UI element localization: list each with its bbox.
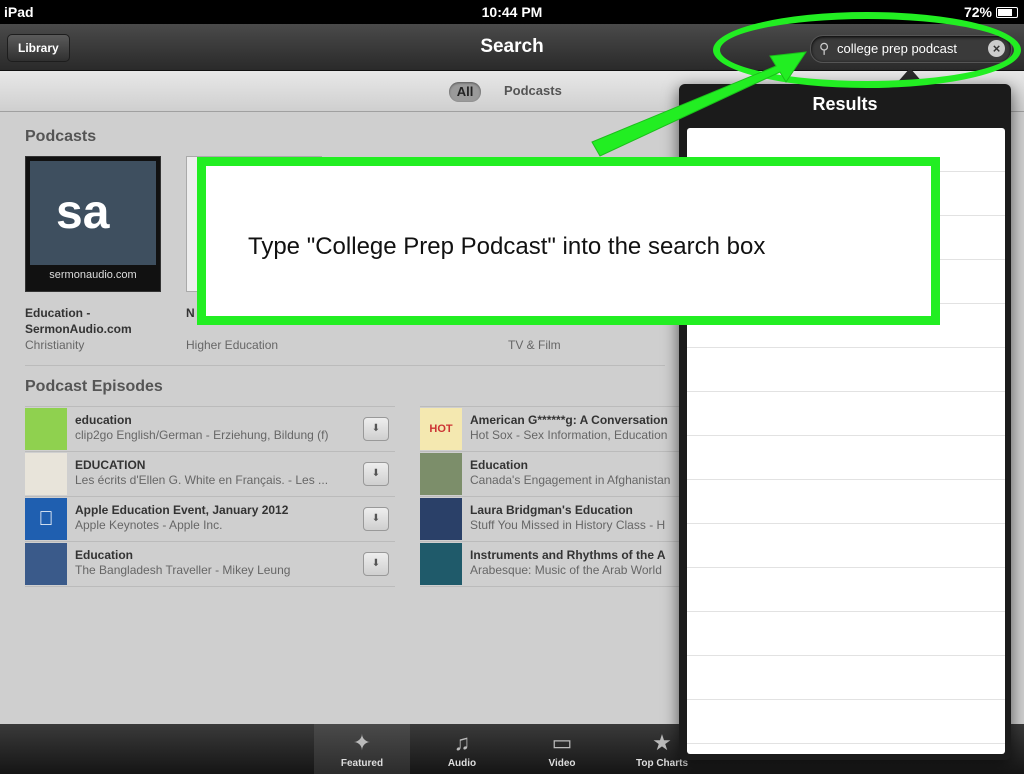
episode-artwork xyxy=(25,543,67,585)
episode-subtitle: Hot Sox - Sex Information, Education xyxy=(470,428,668,442)
episode-artwork xyxy=(420,453,462,495)
episode-subtitle: Apple Keynotes - Apple Inc. xyxy=(75,518,223,532)
episode-title: Instruments and Rhythms of the A xyxy=(470,548,666,562)
episode-title: Apple Education Event, January 2012 xyxy=(75,503,289,517)
episode-title: education xyxy=(75,413,132,427)
list-item[interactable]: education clip2go English/German - Erzie… xyxy=(25,407,395,452)
battery-icon xyxy=(996,6,1018,18)
list-item[interactable]: Instruments and Rhythms of the A Arabesq… xyxy=(420,542,680,587)
episode-artwork xyxy=(25,408,67,450)
sermonaudio-logo: sa xyxy=(56,186,110,239)
podcast-artwork[interactable]: sa sermonaudio.com xyxy=(25,156,161,292)
episodes-section-title: Podcast Episodes xyxy=(25,378,163,395)
tab-label: Audio xyxy=(447,758,477,769)
episode-artwork xyxy=(420,543,462,585)
podcast-title-line2: SermonAudio.com xyxy=(25,322,132,336)
tab-label: Featured xyxy=(340,758,384,769)
episode-title: Education xyxy=(75,548,134,562)
result-row[interactable] xyxy=(687,700,1005,744)
download-icon[interactable]: ⬇ xyxy=(363,462,389,486)
segment-podcasts[interactable]: Podcasts xyxy=(504,83,562,98)
episode-title: American G******g: A Conversation xyxy=(470,413,668,427)
download-icon[interactable]: ⬇ xyxy=(363,507,389,531)
artwork-caption: sermonaudio.com xyxy=(49,269,137,281)
podcast-title: Education - xyxy=(25,306,91,320)
result-row[interactable] xyxy=(687,656,1005,700)
list-item[interactable]:  Apple Education Event, January 2012 Ap… xyxy=(25,497,395,542)
tab-video[interactable]: ▭ Video xyxy=(514,724,610,774)
episode-artwork xyxy=(420,498,462,540)
result-row[interactable] xyxy=(687,524,1005,568)
episode-title: EDUCATION xyxy=(75,458,146,472)
list-item[interactable]: HOT SOX American G******g: A Conversatio… xyxy=(420,407,680,477)
popover-title: Results xyxy=(812,94,878,114)
annotation-callout: Type "College Prep Podcast" into the sea… xyxy=(197,157,940,325)
tab-featured[interactable]: ✦ Featured xyxy=(314,724,410,774)
podcast-title: N xyxy=(186,306,195,320)
segment-all[interactable]: All xyxy=(449,82,481,102)
podcasts-section-title: Podcasts xyxy=(25,128,97,145)
battery-indicator: 72% xyxy=(964,4,1018,20)
episode-list-right: HOT SOX American G******g: A Conversatio… xyxy=(420,406,680,587)
tab-label: Video xyxy=(548,758,576,769)
list-item[interactable]: Education Canada's Engagement in Afghani… xyxy=(420,452,680,497)
result-row[interactable] xyxy=(687,568,1005,612)
download-icon[interactable]: ⬇ xyxy=(363,552,389,576)
list-item[interactable]: EDUCATION Les écrits d'Ellen G. White en… xyxy=(25,452,395,497)
annotation-text: Type "College Prep Podcast" into the sea… xyxy=(248,233,766,260)
episode-subtitle: clip2go English/German - Erziehung, Bild… xyxy=(75,428,329,442)
result-row[interactable] xyxy=(687,392,1005,436)
result-row[interactable] xyxy=(687,612,1005,656)
podcast-category: Higher Education xyxy=(186,338,279,352)
audio-icon: ♫ xyxy=(453,730,471,755)
list-item[interactable]: Laura Bridgman's Education Stuff You Mis… xyxy=(420,497,680,542)
annotation-highlight-ellipse xyxy=(713,12,1021,88)
featured-icon: ✦ xyxy=(352,730,372,755)
episode-artwork xyxy=(25,453,67,495)
list-item[interactable]: Education The Bangladesh Traveller - Mik… xyxy=(25,542,395,587)
episode-subtitle: Stuff You Missed in History Class - H xyxy=(470,518,666,532)
apple-logo-icon:  xyxy=(25,498,67,540)
tab-audio[interactable]: ♫ Audio xyxy=(414,724,510,774)
divider xyxy=(25,365,665,366)
episode-artwork: HOT SOX xyxy=(420,408,462,477)
video-icon: ▭ xyxy=(551,730,573,755)
episode-list-left: education clip2go English/German - Erzie… xyxy=(25,406,395,587)
episode-title: Education xyxy=(470,458,529,472)
episode-subtitle: Les écrits d'Ellen G. White en Français.… xyxy=(75,473,329,487)
result-row[interactable] xyxy=(687,436,1005,480)
download-icon[interactable]: ⬇ xyxy=(363,417,389,441)
result-row[interactable] xyxy=(687,480,1005,524)
podcast-category: TV & Film xyxy=(508,338,561,352)
episode-subtitle: The Bangladesh Traveller - Mikey Leung xyxy=(75,563,291,577)
episode-subtitle: Arabesque: Music of the Arab World xyxy=(470,563,662,577)
episode-subtitle: Canada's Engagement in Afghanistan xyxy=(470,473,671,487)
result-row[interactable] xyxy=(687,348,1005,392)
podcast-category: Christianity xyxy=(25,338,85,352)
battery-percent: 72% xyxy=(963,4,992,20)
episode-title: Laura Bridgman's Education xyxy=(470,503,633,517)
